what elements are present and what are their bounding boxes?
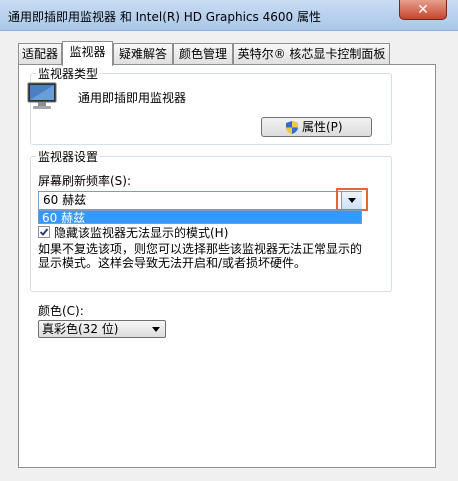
highlight-box xyxy=(336,188,368,211)
monitor-settings-label: 监视器设置 xyxy=(36,148,101,165)
monitor-type-label: 监视器类型 xyxy=(36,65,101,82)
colors-value: 真彩色(32 位) xyxy=(42,322,119,336)
refresh-rate-option-list[interactable]: 60 赫兹 xyxy=(38,210,362,225)
tab-adapter[interactable]: 适配器 xyxy=(18,43,62,64)
monitor-icon xyxy=(27,82,57,109)
colors-select[interactable]: 真彩色(32 位) xyxy=(38,320,166,338)
refresh-rate-value: 60 赫兹 xyxy=(43,193,87,207)
refresh-rate-label: 屏幕刷新频率(S): xyxy=(38,174,132,188)
tab-color-management[interactable]: 颜色管理 xyxy=(173,43,233,64)
properties-button-label: 属性(P) xyxy=(302,120,343,134)
close-button[interactable]: ✕ xyxy=(399,0,447,20)
colors-label: 颜色(C): xyxy=(38,304,84,318)
title-bar: 通用即插即用监视器 和 Intel(R) HD Graphics 4600 属性… xyxy=(0,0,458,31)
warning-text-line2: 显示模式。这样会导致无法开启和/或者损坏硬件。 xyxy=(38,256,307,270)
properties-button[interactable]: 属性(P) xyxy=(261,117,372,137)
window-title: 通用即插即用监视器 和 Intel(R) HD Graphics 4600 属性 xyxy=(8,10,321,24)
uac-shield-icon xyxy=(286,121,298,134)
properties-dialog: 通用即插即用监视器 和 Intel(R) HD Graphics 4600 属性… xyxy=(0,0,458,481)
tab-monitor[interactable]: 监视器 xyxy=(62,41,113,66)
device-name: 通用即插即用监视器 xyxy=(78,91,187,105)
refresh-rate-select[interactable]: 60 赫兹 xyxy=(38,191,362,210)
tab-troubleshoot[interactable]: 疑难解答 xyxy=(113,43,173,64)
hide-modes-label[interactable]: 隐藏该监视器无法显示的模式(H) xyxy=(54,224,228,241)
close-icon: ✕ xyxy=(417,2,429,18)
tab-intel-control-panel[interactable]: 英特尔® 核芯显卡控制面板 xyxy=(233,43,390,64)
hide-modes-checkbox[interactable] xyxy=(38,226,50,238)
chevron-down-icon xyxy=(152,327,160,332)
checkmark-icon xyxy=(39,228,49,236)
